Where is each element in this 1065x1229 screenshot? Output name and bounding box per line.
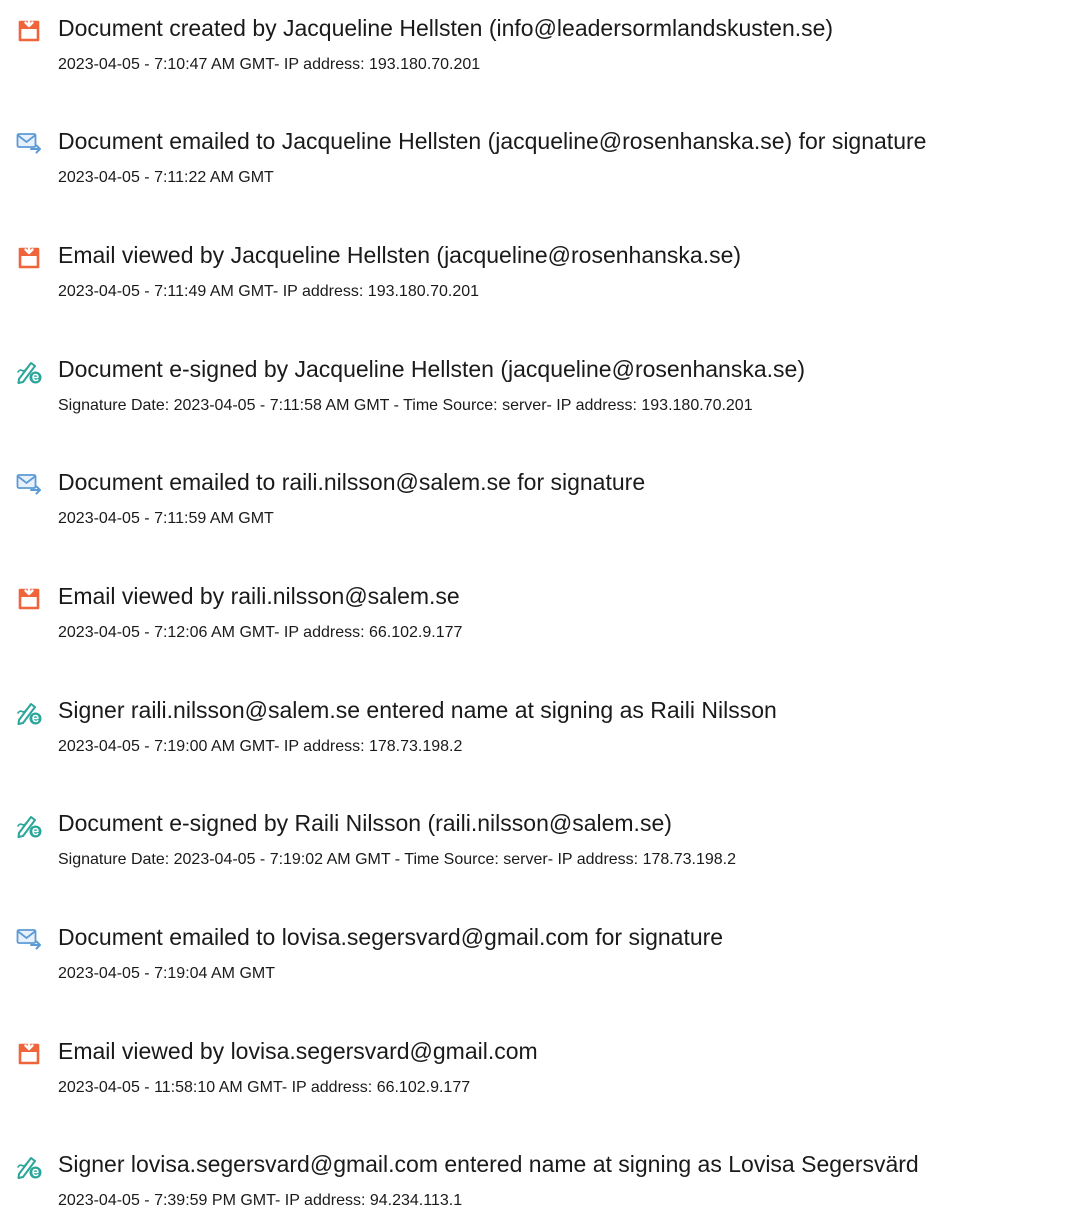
audit-event: Signer lovisa.segersvard@gmail.com enter… bbox=[0, 1149, 1065, 1229]
event-title: Document e-signed by Jacqueline Hellsten… bbox=[58, 356, 805, 382]
audit-event: Document e-signed by Jacqueline Hellsten… bbox=[0, 354, 1065, 434]
e-sign-icon bbox=[16, 1153, 42, 1179]
event-title: Document emailed to raili.nilsson@salem.… bbox=[58, 469, 646, 495]
event-detail: Signature Date: 2023-04-05 - 7:19:02 AM … bbox=[58, 851, 736, 868]
event-detail: 2023-04-05 - 7:11:49 AM GMT- IP address:… bbox=[58, 283, 480, 300]
event-detail: 2023-04-05 - 7:11:59 AM GMT bbox=[58, 510, 274, 527]
event-detail: 2023-04-05 - 7:10:47 AM GMT- IP address:… bbox=[58, 56, 481, 73]
e-sign-icon bbox=[16, 812, 42, 838]
audit-event: Email viewed by raili.nilsson@salem.se 2… bbox=[0, 581, 1065, 661]
e-sign-icon bbox=[16, 699, 42, 725]
event-title: Document emailed to Jacqueline Hellsten … bbox=[58, 128, 927, 154]
event-detail: 2023-04-05 - 7:19:00 AM GMT- IP address:… bbox=[58, 738, 463, 755]
email-sent-icon bbox=[16, 130, 42, 156]
event-title: Signer lovisa.segersvard@gmail.com enter… bbox=[58, 1151, 919, 1177]
event-detail: Signature Date: 2023-04-05 - 7:11:58 AM … bbox=[58, 397, 753, 414]
e-sign-icon bbox=[16, 358, 42, 384]
event-title: Document e-signed by Raili Nilsson (rail… bbox=[58, 810, 672, 836]
audit-event: Email viewed by Jacqueline Hellsten (jac… bbox=[0, 240, 1065, 320]
event-title: Document created by Jacqueline Hellsten … bbox=[58, 15, 834, 41]
audit-event: Email viewed by lovisa.segersvard@gmail.… bbox=[0, 1036, 1065, 1116]
document-icon bbox=[16, 585, 42, 611]
audit-event: Document created by Jacqueline Hellsten … bbox=[0, 13, 1065, 93]
event-title: Document emailed to lovisa.segersvard@gm… bbox=[58, 924, 724, 950]
event-detail: 2023-04-05 - 11:58:10 AM GMT- IP address… bbox=[58, 1079, 471, 1096]
event-title: Signer raili.nilsson@salem.se entered na… bbox=[58, 697, 777, 723]
event-detail: 2023-04-05 - 7:11:22 AM GMT bbox=[58, 169, 274, 186]
audit-event: Signer raili.nilsson@salem.se entered na… bbox=[0, 695, 1065, 775]
document-icon bbox=[16, 244, 42, 270]
event-title: Email viewed by Jacqueline Hellsten (jac… bbox=[58, 242, 742, 268]
audit-event: Document emailed to raili.nilsson@salem.… bbox=[0, 467, 1065, 547]
email-sent-icon bbox=[16, 471, 42, 497]
document-icon bbox=[16, 1040, 42, 1066]
audit-event: Document e-signed by Raili Nilsson (rail… bbox=[0, 808, 1065, 888]
event-detail: 2023-04-05 - 7:39:59 PM GMT- IP address:… bbox=[58, 1192, 463, 1209]
audit-event: Document emailed to Jacqueline Hellsten … bbox=[0, 126, 1065, 206]
email-sent-icon bbox=[16, 926, 42, 952]
event-title: Email viewed by lovisa.segersvard@gmail.… bbox=[58, 1038, 538, 1064]
event-detail: 2023-04-05 - 7:19:04 AM GMT bbox=[58, 965, 275, 982]
document-icon bbox=[16, 17, 42, 43]
event-detail: 2023-04-05 - 7:12:06 AM GMT- IP address:… bbox=[58, 624, 463, 641]
audit-event: Document emailed to lovisa.segersvard@gm… bbox=[0, 922, 1065, 1002]
event-title: Email viewed by raili.nilsson@salem.se bbox=[58, 583, 460, 609]
